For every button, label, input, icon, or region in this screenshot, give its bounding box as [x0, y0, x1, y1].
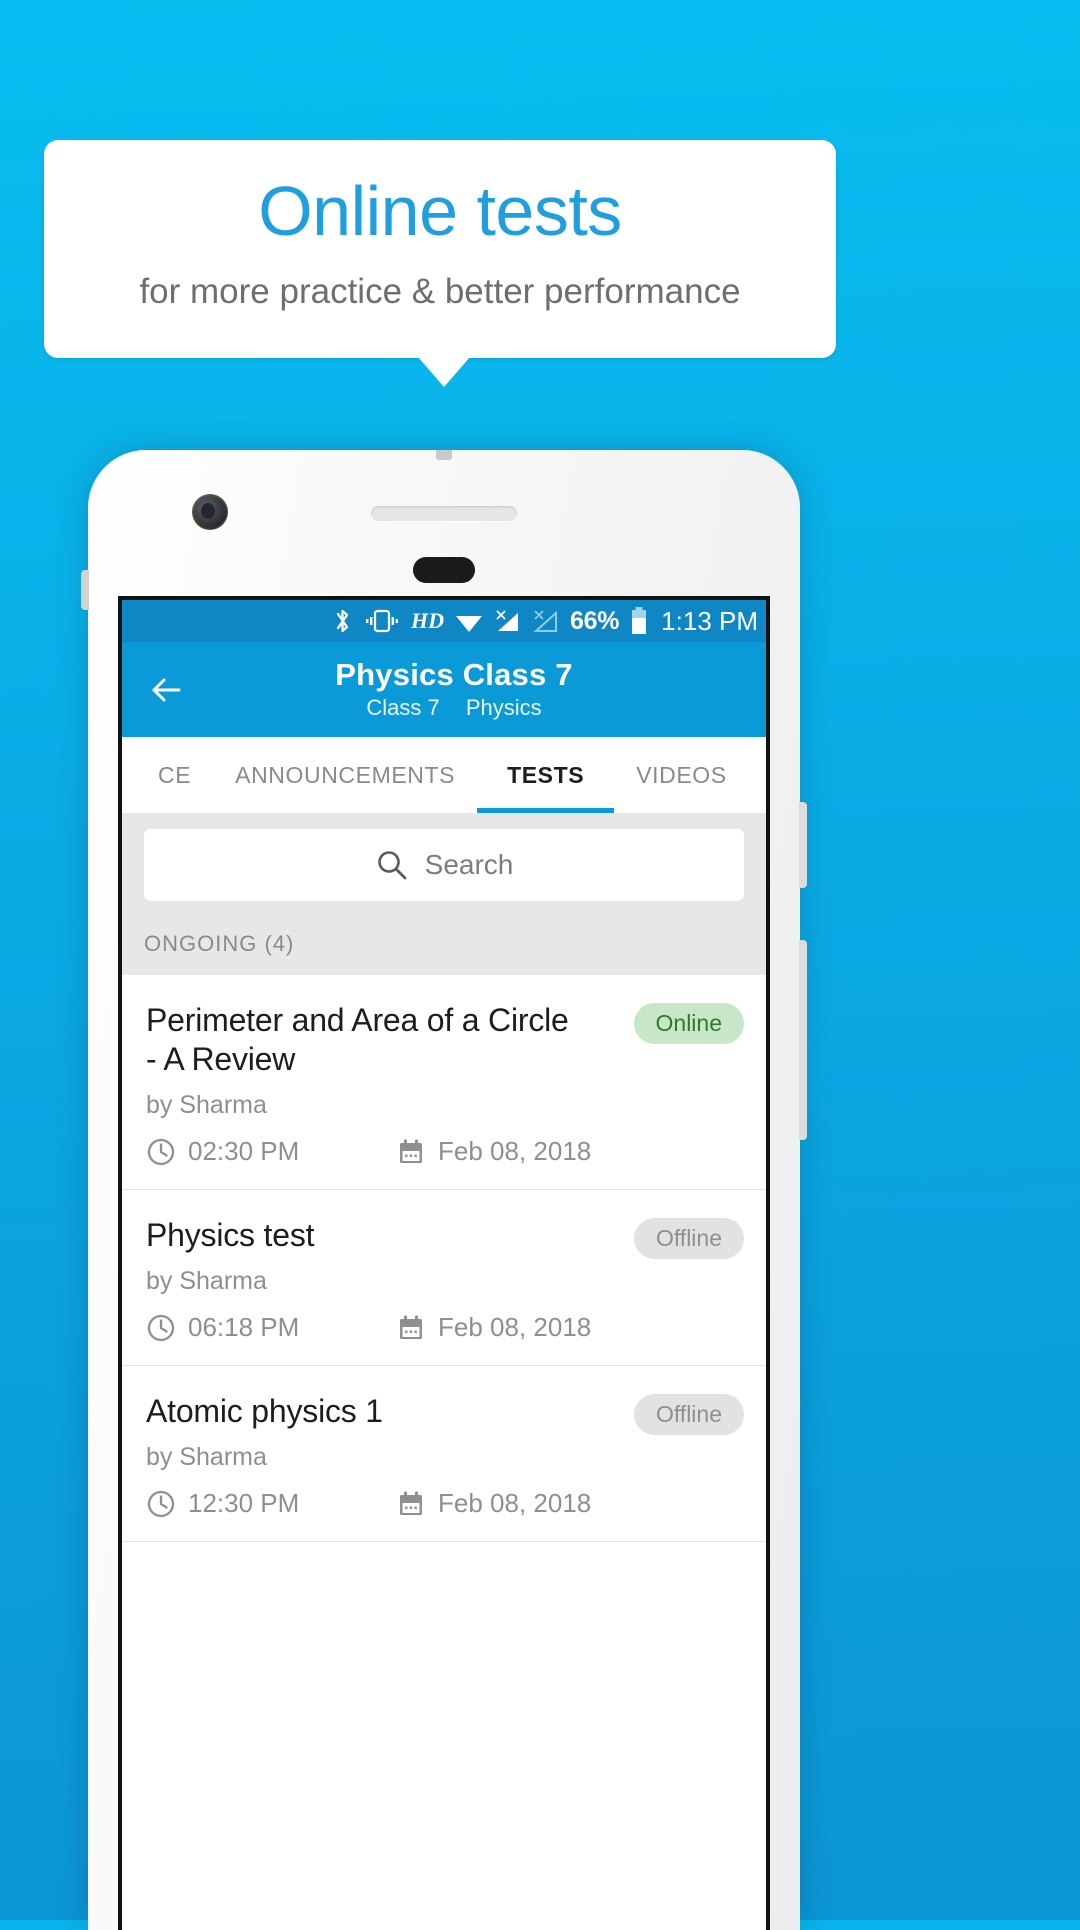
clock-icon: [146, 1137, 176, 1167]
app-toolbar: Physics Class 7 Class 7 Physics: [122, 642, 766, 737]
phone-top-sensor: [436, 450, 452, 460]
battery-icon: [629, 606, 649, 636]
page-title: Physics Class 7: [335, 657, 573, 693]
test-time: 06:18 PM: [188, 1312, 300, 1343]
table-row[interactable]: Physics test by Sharma 06:18 PM Feb 08, …: [122, 1190, 766, 1367]
tab-tests[interactable]: TESTS: [477, 737, 615, 813]
phone-device: HD 66% 1:13 PM Physics Class 7 Class 7 P…: [81, 450, 807, 1930]
search-icon: [375, 848, 409, 882]
clock-icon: [146, 1313, 176, 1343]
clock-label: 1:13 PM: [661, 605, 758, 636]
status-badge: Online: [633, 1003, 744, 1044]
home-indicator: [413, 557, 475, 583]
promo-subtitle: for more practice & better performance: [139, 272, 741, 311]
tab-ce[interactable]: CE: [136, 737, 213, 813]
test-meta: 02:30 PM Feb 08, 2018: [146, 1136, 746, 1167]
vibrate-icon: [363, 607, 401, 635]
breadcrumb: Class 7 Physics: [142, 695, 766, 721]
test-time-cell: 02:30 PM: [146, 1136, 396, 1167]
status-badge: Offline: [633, 1218, 744, 1260]
test-date: Feb 08, 2018: [438, 1312, 592, 1343]
tests-list: Perimeter and Area of a Circle - A Revie…: [122, 975, 766, 1543]
search-input[interactable]: Search: [144, 829, 744, 901]
test-title: Atomic physics 1: [146, 1393, 383, 1430]
section-header-ongoing: ONGOING (4): [122, 901, 766, 975]
wifi-icon: [454, 607, 484, 635]
test-author: by Sharma: [146, 1267, 267, 1296]
test-date: Feb 08, 2018: [438, 1488, 592, 1519]
test-title: Perimeter and Area of a Circle - A Revie…: [146, 1002, 569, 1078]
power-button[interactable]: [799, 802, 807, 888]
clock-icon: [146, 1489, 176, 1519]
search-area: Search: [122, 813, 766, 901]
test-date-cell: Feb 08, 2018: [396, 1488, 591, 1519]
test-time: 02:30 PM: [188, 1136, 300, 1167]
table-row[interactable]: Atomic physics 1 by Sharma 12:30 PM Feb …: [122, 1366, 766, 1543]
calendar-icon: [396, 1489, 426, 1519]
earpiece-speaker: [371, 506, 517, 521]
bluetooth-icon: [333, 607, 353, 635]
status-badge: Offline: [633, 1394, 744, 1436]
volume-button[interactable]: [81, 570, 89, 610]
tab-bar: CE ANNOUNCEMENTS TESTS VIDEOS: [122, 737, 766, 813]
toolbar-title-group: Physics Class 7 Class 7 Physics: [122, 658, 766, 720]
test-author: by Sharma: [146, 1091, 267, 1120]
test-time-cell: 12:30 PM: [146, 1488, 396, 1519]
test-date: Feb 08, 2018: [438, 1136, 592, 1167]
signal-no-sim-icon: [494, 607, 522, 635]
test-date-cell: Feb 08, 2018: [396, 1136, 591, 1167]
test-title: Physics test: [146, 1217, 315, 1254]
volume-rocker-button[interactable]: [799, 940, 807, 1140]
tab-announcements[interactable]: ANNOUNCEMENTS: [213, 737, 477, 813]
test-date-cell: Feb 08, 2018: [396, 1312, 591, 1343]
back-arrow-icon[interactable]: [146, 670, 186, 710]
test-time-cell: 06:18 PM: [146, 1312, 396, 1343]
phone-screen: HD 66% 1:13 PM Physics Class 7 Class 7 P…: [118, 596, 770, 1930]
test-meta: 06:18 PM Feb 08, 2018: [146, 1312, 746, 1343]
hd-voice-label: HD: [411, 608, 445, 633]
signal-no-service-icon: [532, 607, 560, 635]
test-meta: 12:30 PM Feb 08, 2018: [146, 1488, 746, 1519]
front-camera-icon: [192, 494, 228, 530]
promo-bubble-tail: [418, 357, 470, 387]
test-author: by Sharma: [146, 1443, 267, 1472]
breadcrumb-class: Class 7: [366, 694, 440, 720]
calendar-icon: [396, 1137, 426, 1167]
promo-title: Online tests: [258, 172, 622, 250]
test-time: 12:30 PM: [188, 1488, 300, 1519]
status-bar: HD 66% 1:13 PM: [122, 600, 766, 642]
battery-percent-label: 66%: [570, 606, 620, 635]
promo-bubble: Online tests for more practice & better …: [44, 140, 836, 358]
table-row[interactable]: Perimeter and Area of a Circle - A Revie…: [122, 975, 766, 1191]
search-placeholder: Search: [424, 849, 514, 880]
calendar-icon: [396, 1313, 426, 1343]
tab-videos[interactable]: VIDEOS: [614, 737, 749, 813]
breadcrumb-subject: Physics: [465, 694, 542, 720]
